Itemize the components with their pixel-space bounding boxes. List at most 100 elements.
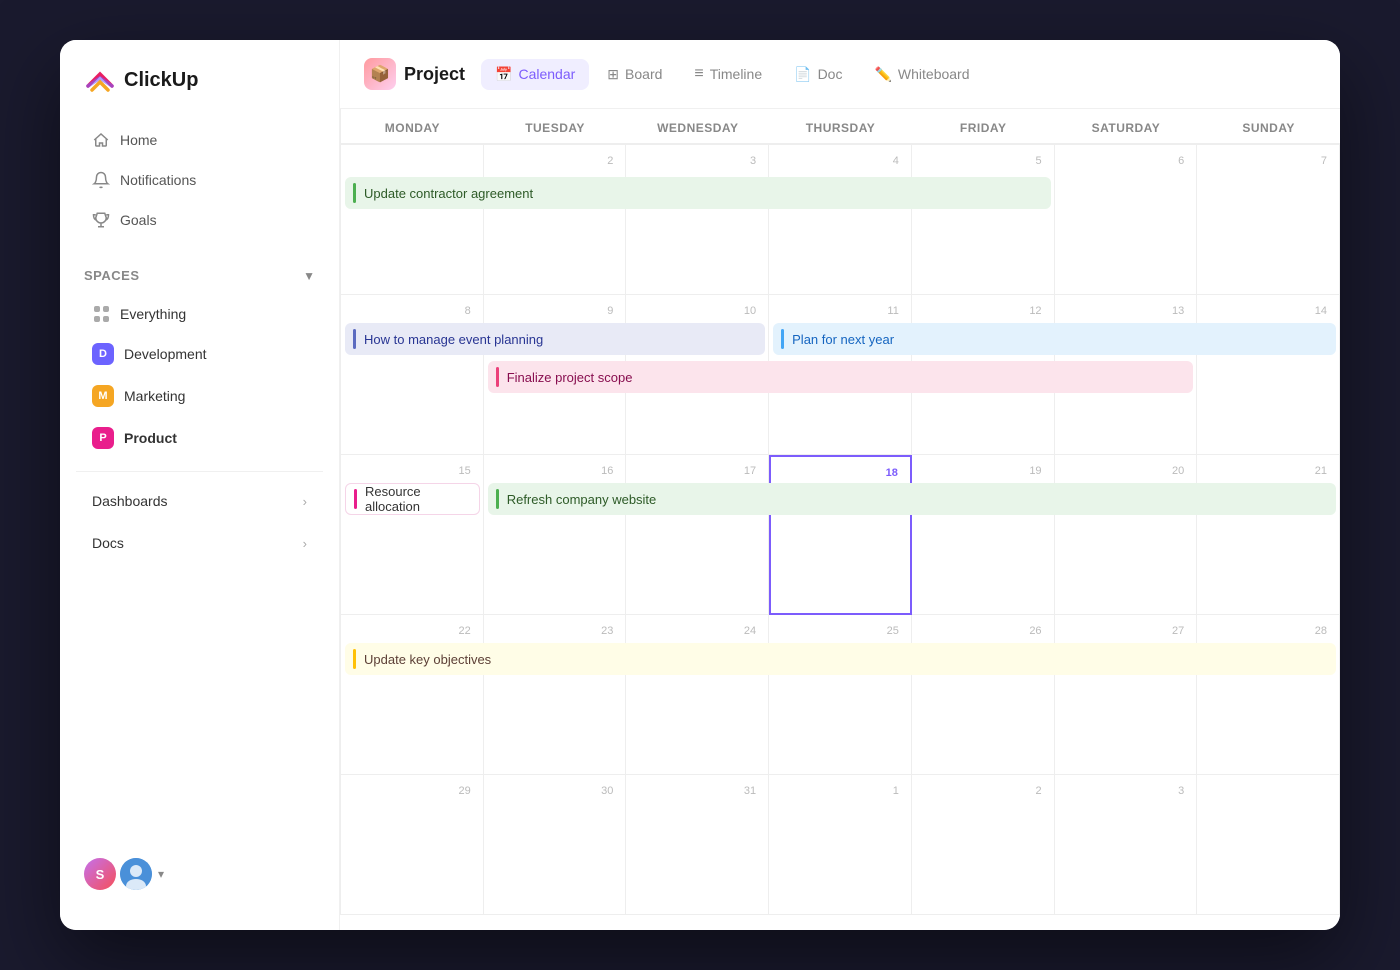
event-label: Finalize project scope (507, 370, 633, 385)
sidebar-item-dashboards[interactable]: Dashboards › (68, 481, 331, 521)
event-label: Update key objectives (364, 652, 491, 667)
cal-day-mon-1[interactable] (341, 145, 484, 295)
event-label: Resource allocation (365, 484, 471, 514)
product-badge: P (92, 427, 114, 449)
home-icon (92, 131, 110, 149)
marketing-badge: M (92, 385, 114, 407)
home-label: Home (120, 132, 157, 148)
notifications-label: Notifications (120, 172, 196, 188)
day-header-fri: Friday (912, 109, 1055, 144)
sidebar: ClickUp Home Notifications Goals Spaces … (60, 40, 340, 930)
app-name: ClickUp (124, 69, 198, 92)
week-1: 2 3 4 5 6 7 (340, 145, 1340, 295)
date-num (345, 149, 479, 155)
doc-tab-icon: 📄 (794, 66, 811, 83)
day-header-sat: Saturday (1055, 109, 1198, 144)
docs-label: Docs (92, 535, 124, 551)
development-label: Development (124, 346, 207, 362)
tab-board[interactable]: ⊞ Board (593, 59, 676, 90)
product-label: Product (124, 430, 177, 446)
chevron-right-icon: › (303, 494, 307, 509)
week-4: 22 23 24 25 26 27 28 (340, 615, 1340, 775)
date-num: 2 (488, 149, 622, 167)
sidebar-item-goals[interactable]: Goals (68, 201, 331, 239)
user-dropdown-icon[interactable]: ▾ (158, 867, 164, 881)
date-num: 7 (1201, 149, 1335, 167)
calendar-tab-icon: 📅 (495, 66, 512, 83)
whiteboard-tab-icon: ✏️ (874, 66, 891, 83)
sidebar-item-home[interactable]: Home (68, 121, 331, 159)
cal-day-tue-1[interactable]: 2 (484, 145, 627, 295)
tab-timeline[interactable]: ≡ Timeline (680, 58, 776, 90)
sidebar-item-development[interactable]: D Development (68, 334, 331, 374)
day-header-thu: Thursday (769, 109, 912, 144)
event-update-objectives[interactable]: Update key objectives (341, 643, 1340, 675)
top-bar: 📦 Project 📅 Calendar ⊞ Board ≡ Timeline … (340, 40, 1340, 109)
event-update-contractor[interactable]: Update contractor agreement (341, 177, 1055, 209)
cal-day-wed-1[interactable]: 3 (626, 145, 769, 295)
avatar-s[interactable]: S (84, 858, 116, 890)
day-header-mon: Monday (341, 109, 484, 144)
user-area: S ▾ (60, 842, 339, 906)
tab-calendar[interactable]: 📅 Calendar (481, 59, 589, 90)
calendar-area: Monday Tuesday Wednesday Thursday Friday… (340, 109, 1340, 930)
date-num: 5 (916, 149, 1050, 167)
event-label: Update contractor agreement (364, 186, 533, 201)
main-content: 📦 Project 📅 Calendar ⊞ Board ≡ Timeline … (340, 40, 1340, 930)
project-title-area: 📦 Project (364, 58, 465, 90)
tab-whiteboard[interactable]: ✏️ Whiteboard (860, 59, 983, 90)
date-num: 6 (1059, 149, 1193, 167)
development-badge: D (92, 343, 114, 365)
spaces-header: Spaces ▼ (60, 260, 339, 291)
avatar-j[interactable] (120, 858, 152, 890)
everything-label: Everything (120, 306, 186, 322)
marketing-label: Marketing (124, 388, 185, 404)
grid-icon (92, 305, 110, 323)
project-title: Project (404, 64, 465, 85)
week-5: 29 30 31 1 2 3 (340, 775, 1340, 915)
event-plan-next-year[interactable]: Plan for next year (769, 323, 1340, 355)
board-tab-label: Board (625, 66, 662, 82)
doc-tab-label: Doc (818, 66, 843, 82)
event-finalize-scope[interactable]: Finalize project scope (484, 361, 1198, 393)
bell-icon (92, 171, 110, 189)
sidebar-item-everything[interactable]: Everything (68, 296, 331, 332)
date-num: 4 (773, 149, 907, 167)
event-resource-allocation[interactable]: Resource allocation (341, 483, 484, 515)
spaces-label: Spaces (84, 268, 140, 283)
day-header-sun: Sunday (1197, 109, 1340, 144)
project-icon: 📦 (364, 58, 396, 90)
date-num: 3 (630, 149, 764, 167)
day-header-wed: Wednesday (626, 109, 769, 144)
day-header-tue: Tuesday (484, 109, 627, 144)
timeline-tab-icon: ≡ (694, 65, 703, 83)
week-2: 8 9 10 11 12 13 14 (340, 295, 1340, 455)
cal-day-sat-1[interactable]: 6 (1055, 145, 1198, 295)
trophy-icon (92, 211, 110, 229)
logo-area: ClickUp (60, 64, 339, 120)
goals-label: Goals (120, 212, 157, 228)
cal-day-fri-1[interactable]: 5 (912, 145, 1055, 295)
whiteboard-tab-label: Whiteboard (898, 66, 970, 82)
week-3: 15 16 17 18 19 20 21 (340, 455, 1340, 615)
tab-doc[interactable]: 📄 Doc (780, 59, 856, 90)
cal-day-sun-1[interactable]: 7 (1197, 145, 1340, 295)
sidebar-item-marketing[interactable]: M Marketing (68, 376, 331, 416)
event-refresh-website[interactable]: Refresh company website (484, 483, 1340, 515)
calendar-tab-label: Calendar (518, 66, 575, 82)
chevron-right-icon-2: › (303, 536, 307, 551)
event-label: Plan for next year (792, 332, 894, 347)
timeline-tab-label: Timeline (710, 66, 762, 82)
sidebar-item-notifications[interactable]: Notifications (68, 161, 331, 199)
sidebar-item-docs[interactable]: Docs › (68, 523, 331, 563)
event-label: Refresh company website (507, 492, 657, 507)
chevron-down-icon[interactable]: ▼ (303, 269, 315, 283)
event-manage-event[interactable]: How to manage event planning (341, 323, 769, 355)
clickup-logo-icon (84, 64, 116, 96)
app-window: ClickUp Home Notifications Goals Spaces … (60, 40, 1340, 930)
sidebar-item-product[interactable]: P Product (68, 418, 331, 458)
dashboards-label: Dashboards (92, 493, 168, 509)
event-label: How to manage event planning (364, 332, 543, 347)
board-tab-icon: ⊞ (607, 66, 619, 83)
cal-day-thu-1[interactable]: 4 (769, 145, 912, 295)
